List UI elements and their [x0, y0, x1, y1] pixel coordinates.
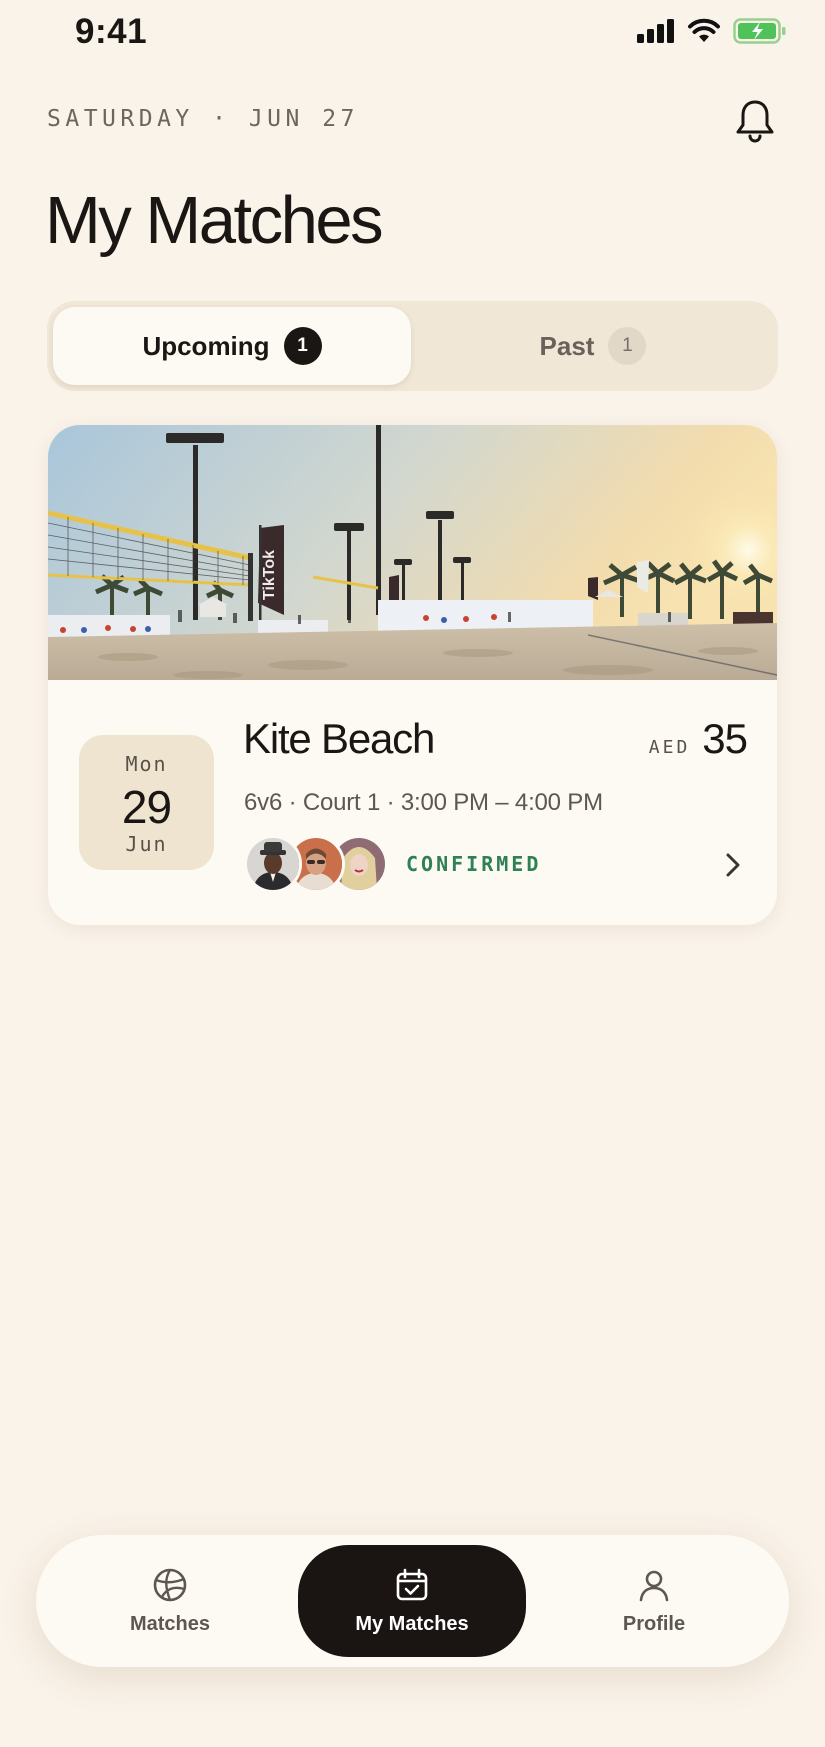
page-title: My Matches	[45, 183, 384, 258]
match-month: Jun	[125, 832, 168, 856]
cellular-signal-icon	[637, 19, 674, 43]
battery-charging-icon	[733, 18, 786, 44]
match-day-of-week: Mon	[125, 752, 168, 776]
price-amount: 35	[702, 715, 748, 762]
avatar	[244, 835, 302, 893]
nav-label-my-matches: My Matches	[355, 1612, 469, 1635]
status-time: 9:41	[75, 12, 148, 51]
person-icon	[639, 1570, 669, 1601]
tab-past-count: 1	[608, 327, 647, 365]
chevron-right-icon[interactable]	[721, 850, 745, 880]
venue-photo: TikTok	[48, 425, 777, 680]
player-avatars	[244, 835, 394, 895]
tab-upcoming-count: 1	[283, 327, 322, 365]
nav-tab-matches[interactable]: Matches	[56, 1545, 284, 1657]
match-details: 6v6 · Court 1 · 3:00 PM – 4:00 PM	[244, 789, 603, 816]
nav-label-profile: Profile	[622, 1612, 686, 1635]
nav-tab-my-matches[interactable]: My Matches	[298, 1545, 526, 1657]
bell-icon	[736, 100, 774, 143]
nav-tab-profile[interactable]: Profile	[540, 1545, 768, 1657]
tab-past-label: Past	[539, 330, 595, 361]
venue-name: Kite Beach	[243, 715, 435, 762]
tab-upcoming[interactable]: Upcoming 1	[53, 307, 411, 385]
volleyball-icon	[153, 1568, 187, 1601]
match-card[interactable]: TikTok Mon 29 Jun Kite Beach AED 35 6v6 …	[48, 425, 777, 925]
tab-upcoming-label: Upcoming	[142, 330, 270, 361]
match-filter-tabs: Upcoming 1 Past 1	[47, 301, 778, 391]
notifications-button[interactable]	[734, 98, 776, 144]
wifi-icon	[688, 18, 720, 42]
match-day: 29	[121, 781, 172, 833]
match-date-badge: Mon 29 Jun	[79, 735, 214, 870]
status-badge: CONFIRMED	[406, 852, 542, 876]
price-currency: AED	[648, 737, 691, 758]
bottom-tab-bar: Matches My Matches Profile	[36, 1535, 789, 1667]
status-icons	[637, 18, 787, 44]
nav-label-matches: Matches	[129, 1612, 211, 1635]
calendar-check-icon	[396, 1568, 428, 1600]
tab-past[interactable]: Past 1	[414, 307, 772, 385]
status-bar: 9:41	[0, 0, 825, 66]
banner-text: TikTok	[261, 550, 278, 600]
match-price: AED 35	[648, 715, 748, 763]
date-line: SATURDAY · JUN 27	[47, 106, 359, 132]
